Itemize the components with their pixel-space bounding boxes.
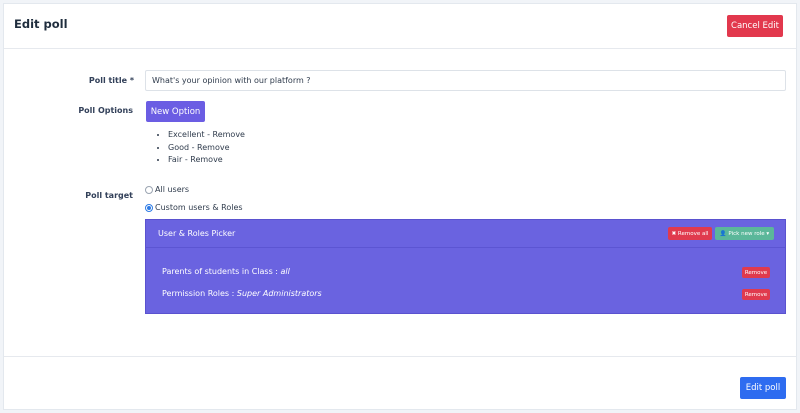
page-title: Edit poll	[14, 17, 68, 31]
option-item[interactable]: Excellent - Remove	[168, 129, 245, 142]
poll-title-label: Poll title *	[88, 76, 134, 85]
remove-row-button[interactable]: Remove	[742, 289, 770, 300]
option-item[interactable]: Fair - Remove	[168, 154, 245, 167]
new-option-button[interactable]: New Option	[146, 101, 205, 122]
poll-options-label: Poll Options	[78, 106, 133, 115]
card-header: Edit poll Cancel Edit	[4, 4, 796, 49]
target-custom-radio[interactable]: Custom users & Roles	[145, 203, 243, 212]
radio-unchecked-icon	[145, 185, 153, 194]
footer-divider	[4, 356, 796, 357]
remove-row-button[interactable]: Remove	[742, 267, 770, 278]
row-prefix: Permission Roles :	[162, 289, 237, 298]
target-all-users-radio[interactable]: All users	[145, 185, 189, 194]
cancel-edit-button[interactable]: Cancel Edit	[727, 15, 783, 37]
row-value: all	[280, 267, 290, 276]
poll-title-input[interactable]: What's your opinion with our platform ?	[145, 70, 786, 91]
option-item[interactable]: Good - Remove	[168, 142, 245, 155]
radio-checked-icon	[145, 203, 153, 212]
user-roles-picker: User & Roles Picker ✖ Remove all 👤 Pick …	[145, 219, 786, 314]
poll-target-label: Poll target	[85, 191, 133, 200]
target-custom-label: Custom users & Roles	[155, 203, 243, 212]
picker-row-parents: Parents of students in Class : all	[162, 267, 290, 276]
picker-row-permission-roles: Permission Roles : Super Administrators	[162, 289, 322, 298]
pick-new-role-button[interactable]: 👤 Pick new role ▾	[715, 227, 774, 240]
row-prefix: Parents of students in Class :	[162, 267, 281, 276]
edit-poll-button[interactable]: Edit poll	[740, 377, 786, 399]
remove-all-button[interactable]: ✖ Remove all	[668, 227, 712, 240]
picker-header: User & Roles Picker ✖ Remove all 👤 Pick …	[146, 220, 785, 248]
picker-title: User & Roles Picker	[158, 229, 236, 238]
options-list: Excellent - Remove Good - Remove Fair - …	[160, 129, 245, 167]
row-value: Super Administrators	[236, 289, 322, 298]
edit-poll-card: Edit poll Cancel Edit Poll title * What'…	[3, 3, 797, 410]
target-all-users-label: All users	[155, 185, 190, 194]
